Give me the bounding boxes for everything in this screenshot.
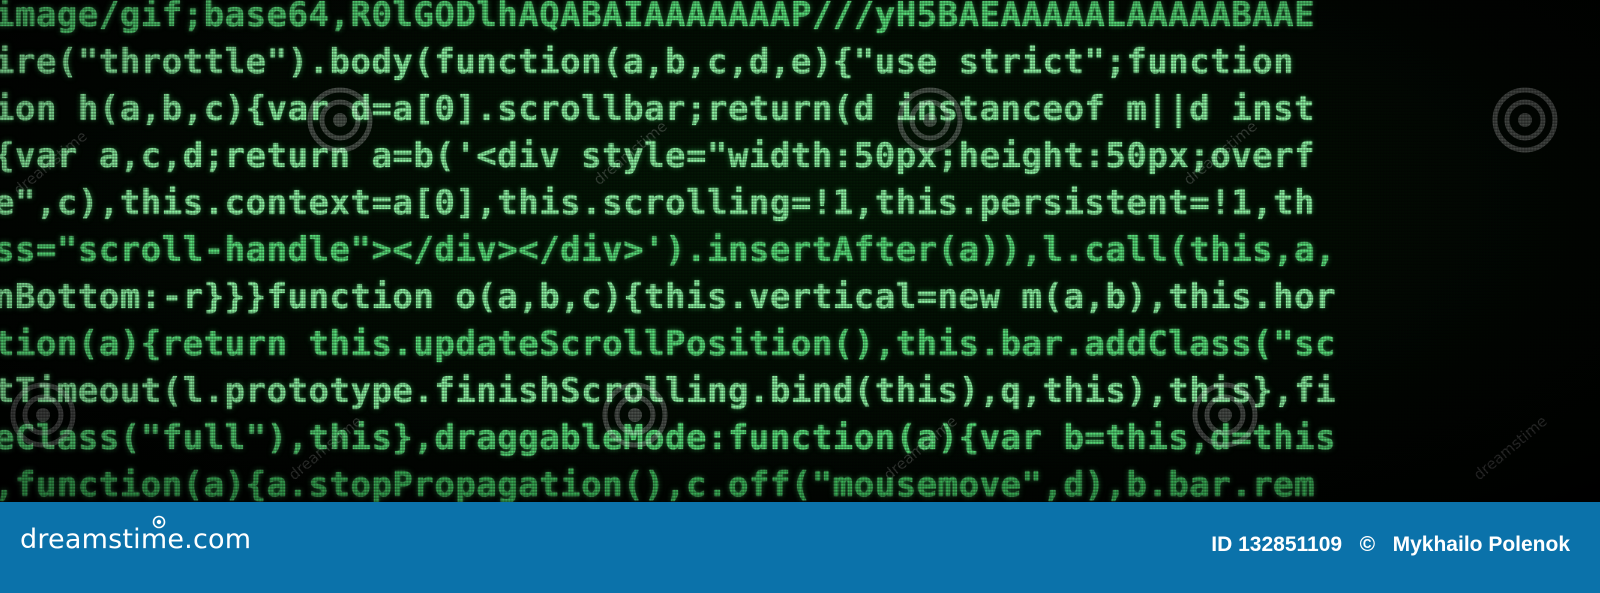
code-line: image/gif;base64,R0lGODlhAQABAIAAAAAAAP/…: [0, 0, 1316, 35]
stock-photo: image/gif;base64,R0lGODlhAQABAIAAAAAAAP/…: [0, 0, 1600, 593]
dreamstime-logo[interactable]: dreamstime.com: [20, 524, 251, 555]
code-line: ion h(a,b,c){var d=a[0].scrollbar;return…: [0, 89, 1316, 129]
code-screen-photo: image/gif;base64,R0lGODlhAQABAIAAAAAAAP/…: [0, 0, 1600, 502]
code-line: e",c),this.context=a[0],this.scrolling=!…: [0, 183, 1316, 223]
code-line: tTimeout(l.prototype.finishScrolling.bin…: [0, 371, 1337, 411]
code-listing: image/gif;base64,R0lGODlhAQABAIAAAAAAAP/…: [0, 0, 1600, 502]
code-line: {var a,c,d;return a=b('<div style="width…: [0, 136, 1316, 176]
code-line: ire("throttle").body(function(a,b,c,d,e)…: [0, 42, 1316, 82]
copyright-icon: ©: [1359, 533, 1376, 556]
image-credit: ID 132851109 © Mykhailo Polenok: [1211, 533, 1570, 557]
code-line: eClass("full"),this},draggableMode:funct…: [0, 418, 1337, 458]
logo-swirl-icon: [152, 515, 166, 529]
code-line: tion(a){return this.updateScrollPosition…: [0, 324, 1337, 364]
code-line: ,function(a){a.stopPropagation(),c.off("…: [0, 465, 1316, 502]
image-id: ID 132851109: [1211, 533, 1343, 556]
credit-footer: dreamstime.com ID 132851109 © Mykhailo P…: [0, 502, 1600, 593]
author-name: Mykhailo Polenok: [1392, 533, 1570, 556]
code-line: ss="scroll-handle"></div></div>').insert…: [0, 230, 1337, 270]
code-line: nBottom:-r}}}function o(a,b,c){this.vert…: [0, 277, 1337, 317]
